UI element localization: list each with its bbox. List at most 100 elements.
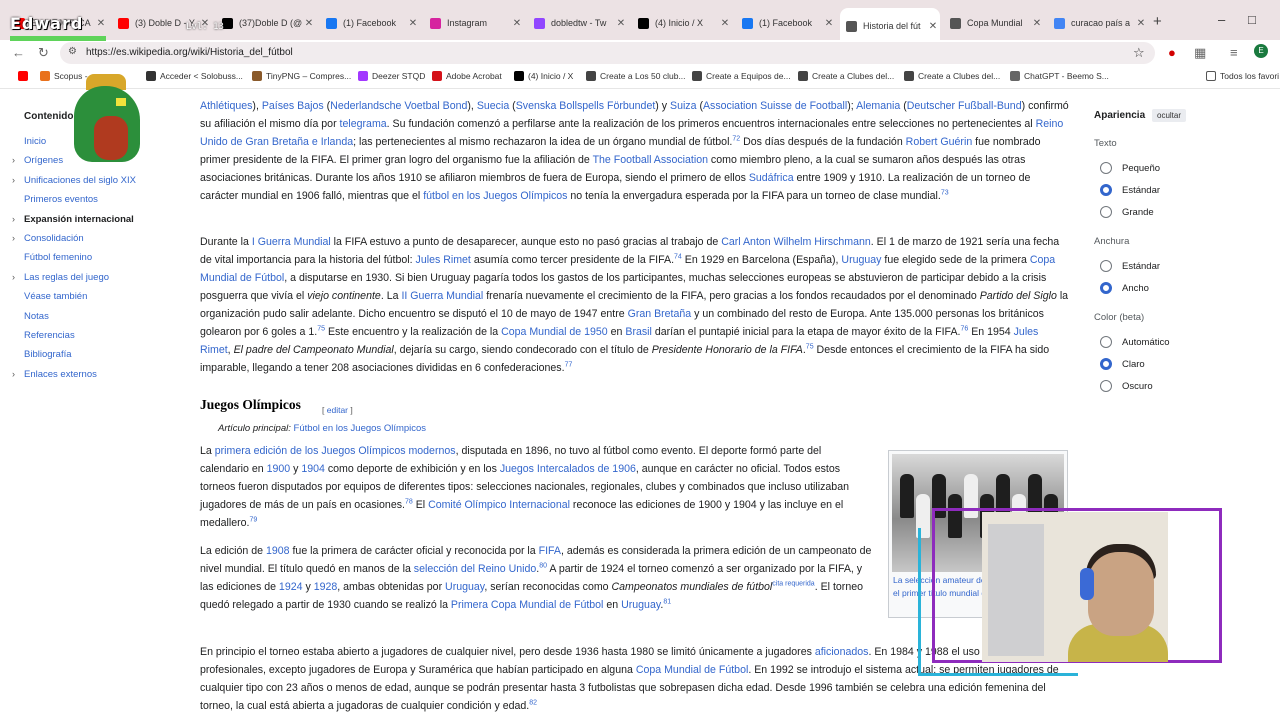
radio-button[interactable]	[1100, 358, 1112, 370]
bookmark-item[interactable]: Acceder < Solobuss...	[146, 71, 243, 81]
bookmark-item[interactable]: Create a Equipos de...	[692, 71, 791, 81]
chevron-right-icon[interactable]: ›	[12, 369, 15, 379]
width-option[interactable]: Ancho	[1100, 282, 1149, 294]
width-option-label: Ancho	[1122, 282, 1149, 294]
bookmark-item[interactable]: TinyPNG – Compres...	[252, 71, 351, 81]
section-heading-juegos-olimpicos: Juegos Olímpicos	[200, 397, 301, 412]
toc-item[interactable]: Las reglas del juego	[24, 272, 109, 283]
radio-button[interactable]	[1100, 380, 1112, 392]
radio-button[interactable]	[1100, 260, 1112, 272]
browser-tab[interactable]: (37)Doble D (@ ✕	[216, 10, 316, 36]
color-option[interactable]: Claro	[1100, 358, 1145, 370]
close-tab-icon[interactable]: ✕	[822, 18, 836, 29]
close-tab-icon[interactable]: ✕	[94, 18, 108, 29]
bookmark-label: Deezer STQD	[372, 71, 426, 81]
bookmark-favicon-icon	[432, 71, 442, 81]
bookmark-item[interactable]: (4) Inicio / X	[514, 71, 573, 81]
profile-avatar[interactable]: E	[1254, 44, 1268, 58]
tab-favicon-icon	[326, 17, 337, 29]
webcam-video	[982, 512, 1168, 662]
all-favorites-folder[interactable]: Todos los favori	[1206, 71, 1279, 81]
toc-item[interactable]: Referencias	[24, 330, 75, 341]
color-option[interactable]: Automático	[1100, 336, 1170, 348]
text-size-option[interactable]: Estándar	[1100, 184, 1160, 196]
bookmark-label: (4) Inicio / X	[528, 71, 574, 81]
media-icon[interactable]: ≡	[1230, 45, 1238, 60]
chevron-right-icon[interactable]: ›	[12, 214, 15, 224]
close-tab-icon[interactable]: ✕	[926, 21, 940, 32]
appearance-title: Apariencia	[1094, 110, 1146, 121]
toc-item[interactable]: Primeros eventos	[24, 194, 98, 205]
hide-appearance-button[interactable]: ocultar	[1152, 109, 1187, 122]
back-arrow-icon[interactable]: ←	[12, 45, 25, 60]
site-info-icon[interactable]: ⚙	[68, 46, 77, 57]
width-option-label: Estándar	[1122, 260, 1161, 272]
text-size-option[interactable]: Pequeño	[1100, 162, 1160, 174]
text-size-label: Texto	[1094, 138, 1117, 149]
bookmark-item[interactable]: Adobe Acrobat	[432, 71, 502, 81]
radio-button[interactable]	[1100, 206, 1112, 218]
opera-extension-icon[interactable]: ●	[1168, 45, 1176, 60]
browser-tab[interactable]: (1) Facebook ✕	[736, 10, 836, 36]
chevron-right-icon[interactable]: ›	[12, 155, 15, 165]
new-tab-button[interactable]: +	[1153, 13, 1162, 30]
close-tab-icon[interactable]: ✕	[614, 18, 628, 29]
toc-item[interactable]: Inicio	[24, 136, 46, 147]
text-size-option[interactable]: Grande	[1100, 206, 1154, 218]
chevron-right-icon[interactable]: ›	[12, 175, 15, 185]
radio-button[interactable]	[1100, 184, 1112, 196]
toc-item[interactable]: Expansión internacional	[24, 214, 134, 225]
toc-item[interactable]: Fútbol femenino	[24, 252, 92, 263]
close-tab-icon[interactable]: ✕	[302, 18, 316, 29]
radio-button[interactable]	[1100, 162, 1112, 174]
toc-item[interactable]: Notas	[24, 311, 49, 322]
radio-button[interactable]	[1100, 282, 1112, 294]
bookmark-item[interactable]: Deezer STQD	[358, 71, 425, 81]
bookmark-item[interactable]: Create a Clubes del...	[798, 71, 894, 81]
bookmark-label: Create a Los 50 club...	[600, 71, 686, 81]
bookmark-favicon-icon	[798, 71, 808, 81]
toc-item[interactable]: Enlaces externos	[24, 369, 97, 380]
browser-tab[interactable]: Historia del fút ✕	[840, 8, 940, 44]
star-icon[interactable]: ☆	[1133, 45, 1145, 61]
tab-favicon-icon	[950, 17, 961, 29]
toc-item[interactable]: Consolidación	[24, 233, 84, 244]
overlay-level: Lvl: 13	[186, 22, 224, 32]
bookmark-item[interactable]: ChatGPT - Beemo S...	[1010, 71, 1109, 81]
bookmark-label: TinyPNG – Compres...	[266, 71, 352, 81]
browser-tab[interactable]: (4) Inicio / X ✕	[632, 10, 732, 36]
hatnote-link[interactable]: Fútbol en los Juegos Olímpicos	[294, 423, 427, 434]
color-option[interactable]: Oscuro	[1100, 380, 1153, 392]
bookmark-item[interactable]: Create a Clubes del...	[904, 71, 1000, 81]
toc-item[interactable]: Véase también	[24, 291, 87, 302]
maximize-icon[interactable]: □	[1248, 12, 1256, 27]
browser-tab[interactable]: (1) Facebook ✕	[320, 10, 420, 36]
close-tab-icon[interactable]: ✕	[1134, 18, 1148, 29]
bookmark-item[interactable]	[18, 71, 32, 81]
chevron-right-icon[interactable]: ›	[12, 272, 15, 282]
close-tab-icon[interactable]: ✕	[510, 18, 524, 29]
toc-item[interactable]: Bibliografía	[24, 349, 72, 360]
close-tab-icon[interactable]: ✕	[406, 18, 420, 29]
webcam-overlay	[918, 498, 1224, 678]
bookmark-favicon-icon	[586, 71, 596, 81]
toc-item[interactable]: Unificaciones del siglo XIX	[24, 175, 136, 186]
bookmark-favicon-icon	[514, 71, 524, 81]
url-box[interactable]: ⚙ https://es.wikipedia.org/wiki/Historia…	[60, 42, 1155, 64]
minimize-icon[interactable]: –	[1218, 12, 1225, 27]
browser-tab[interactable]: dobledtw - Tw ✕	[528, 10, 628, 36]
bookmark-favicon-icon	[40, 71, 50, 81]
extensions-icon[interactable]: ▦	[1194, 45, 1206, 61]
close-tab-icon[interactable]: ✕	[1030, 18, 1044, 29]
edit-section-link[interactable]: [ editar ]	[322, 401, 353, 419]
browser-tab[interactable]: Instagram ✕	[424, 10, 524, 36]
radio-button[interactable]	[1100, 336, 1112, 348]
close-tab-icon[interactable]: ✕	[718, 18, 732, 29]
width-option[interactable]: Estándar	[1100, 260, 1160, 272]
url-text[interactable]: https://es.wikipedia.org/wiki/Historia_d…	[86, 47, 293, 58]
browser-tab[interactable]: Copa Mundial ✕	[944, 10, 1044, 36]
chevron-right-icon[interactable]: ›	[12, 233, 15, 243]
bookmark-item[interactable]: Create a Los 50 club...	[586, 71, 686, 81]
browser-tab[interactable]: curacao país a ✕	[1048, 10, 1148, 36]
reload-icon[interactable]: ↻	[38, 45, 49, 61]
